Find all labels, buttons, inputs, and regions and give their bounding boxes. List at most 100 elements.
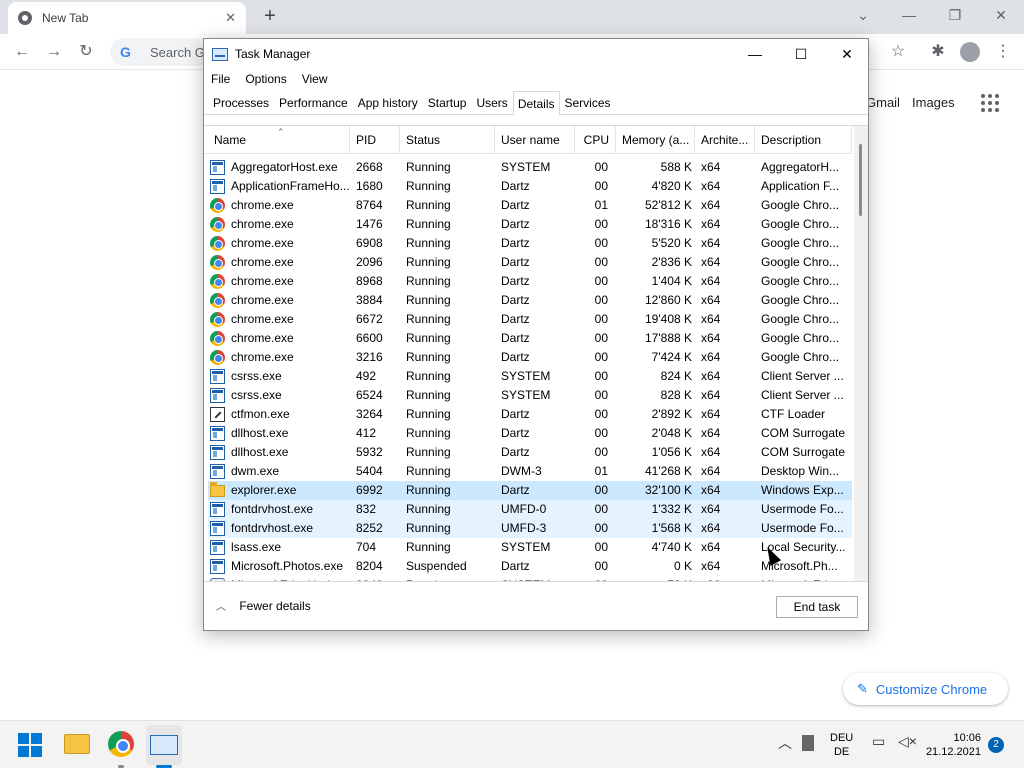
process-row[interactable]: chrome.exe 6600 Running Dartz 00 17'888 K x64 G…	[208, 329, 852, 348]
new-tab-button[interactable]: +	[258, 4, 282, 28]
restore-browser-button[interactable]: ❐	[932, 4, 978, 26]
column-header-status[interactable]: Status	[400, 126, 495, 154]
process-row[interactable]: dwm.exe 5404 Running DWM-3 01 41'268 K x64 Desk…	[208, 462, 852, 481]
process-row[interactable]: explorer.exe 6992 Running Dartz 00 32'100 K x6…	[208, 481, 852, 500]
cell-name: chrome.exe	[231, 331, 294, 345]
cell-pid: 3216	[356, 350, 383, 364]
sort-ascending-icon: ⌃	[277, 127, 285, 137]
process-row[interactable]: chrome.exe 6672 Running Dartz 00 19'408 K x64 G…	[208, 310, 852, 329]
process-row[interactable]: chrome.exe 1476 Running Dartz 00 18'316 K x64 G…	[208, 215, 852, 234]
task-manager-taskbar-icon[interactable]	[150, 735, 178, 755]
column-header-user-name[interactable]: User name	[495, 126, 575, 154]
cell-memory: 4'740 K	[651, 540, 692, 554]
process-row[interactable]: fontdrvhost.exe 8252 Running UMFD-3 00 1'568 …	[208, 519, 852, 538]
cell-status: Running	[406, 331, 451, 345]
back-icon[interactable]: ←	[12, 42, 32, 62]
cell-arch: x64	[701, 198, 721, 212]
process-row[interactable]: AggregatorHost.exe 2668 Running SYSTEM 00 588…	[208, 158, 852, 177]
browser-tab[interactable]: New Tab ✕	[8, 2, 246, 34]
cell-user: SYSTEM	[501, 369, 551, 383]
google-apps-icon[interactable]	[981, 94, 999, 112]
cell-user: Dartz	[501, 236, 530, 250]
close-button[interactable]: ✕	[824, 39, 870, 69]
input-language-indicator[interactable]: DEU DE	[830, 731, 853, 759]
process-row[interactable]: Microsoft.Photos.exe 8204 Suspended Dartz 00…	[208, 557, 852, 576]
close-tab-icon[interactable]: ✕	[225, 10, 236, 26]
tab-startup[interactable]: Startup	[423, 91, 472, 114]
menu-file[interactable]: File	[211, 69, 230, 89]
tab-services[interactable]: Services	[560, 91, 616, 114]
clock-time: 10:06	[953, 732, 981, 744]
process-row[interactable]: lsass.exe 704 Running SYSTEM 00 4'740 Kx64 Loc…	[208, 538, 852, 557]
folder-icon	[210, 482, 225, 497]
bookmark-star-icon[interactable]: ☆	[888, 42, 908, 62]
process-row[interactable]: fontdrvhost.exe 832 Running UMFD-0 00 1'332 K…	[208, 500, 852, 519]
start-button[interactable]	[18, 733, 42, 757]
customize-chrome-button[interactable]: ✎ Customize Chrome	[843, 673, 1008, 705]
process-row[interactable]: dllhost.exe 412 Running Dartz 00 2'048 K x64 CO…	[208, 424, 852, 443]
gmail-link[interactable]: Gmail	[866, 95, 900, 110]
tab-processes[interactable]: Processes	[208, 91, 274, 114]
process-row[interactable]: dllhost.exe 5932 Running Dartz 00 1'056 K x64 C…	[208, 443, 852, 462]
process-row[interactable]: chrome.exe 8764 Running Dartz 01 52'812 K x64 G…	[208, 196, 852, 215]
column-header-description[interactable]: Description	[755, 126, 852, 154]
end-task-button[interactable]: End task	[776, 596, 858, 618]
system-clock[interactable]: 10:06 21.12.2021	[925, 731, 981, 759]
cell-desc: Client Server ...	[761, 369, 844, 383]
chrome-icon	[210, 312, 225, 327]
process-row[interactable]: ApplicationFrameHo... 1680 Running Dartz 00 4…	[208, 177, 852, 196]
cell-desc: Client Server ...	[761, 388, 844, 402]
cell-desc: Google Chro...	[761, 217, 840, 231]
process-row[interactable]: chrome.exe 3216 Running Dartz 00 7'424 K x64 Go…	[208, 348, 852, 367]
close-browser-button[interactable]: ✕	[978, 4, 1024, 26]
column-header-cpu[interactable]: CPU	[575, 126, 616, 154]
chrome-menu-icon[interactable]: ⋮	[993, 42, 1013, 62]
process-row[interactable]: csrss.exe 492 Running SYSTEM 00 824 K x64 Clien…	[208, 367, 852, 386]
show-hidden-icons-chevron-icon[interactable]: ︿	[778, 733, 792, 753]
menu-view[interactable]: View	[302, 69, 328, 89]
vertical-scrollbar[interactable]	[854, 126, 868, 581]
minimize-browser-button[interactable]: —	[886, 4, 932, 26]
process-row[interactable]: chrome.exe 2096 Running Dartz 00 2'836 K x64 Go…	[208, 253, 852, 272]
window-icon	[210, 369, 225, 384]
task-manager-titlebar[interactable]: Task Manager — ☐ ✕	[204, 39, 868, 69]
column-header-name[interactable]: Name ⌃	[208, 126, 350, 154]
reload-icon[interactable]: ↻	[76, 42, 96, 62]
cell-name: fontdrvhost.exe	[231, 502, 314, 516]
file-explorer-taskbar-icon[interactable]	[64, 734, 90, 754]
maximize-button[interactable]: ☐	[778, 39, 824, 69]
network-icon[interactable]: ▭	[872, 733, 885, 750]
process-row[interactable]: chrome.exe 8968 Running Dartz 00 1'404 K x64 Go…	[208, 272, 852, 291]
column-header-memory[interactable]: Memory (a...	[616, 126, 695, 154]
onedrive-sync-icon[interactable]	[802, 735, 814, 751]
menu-options[interactable]: Options	[245, 69, 286, 89]
fewer-details-button[interactable]: ︿ Fewer details	[216, 598, 311, 613]
notification-badge[interactable]: 2	[988, 737, 1004, 753]
process-row[interactable]: ctfmon.exe 3264 Running Dartz 00 2'892 K x64 CT…	[208, 405, 852, 424]
volume-muted-icon[interactable]: ◁×	[898, 733, 917, 750]
process-row[interactable]: chrome.exe 6908 Running Dartz 00 5'520 K x64 Go…	[208, 234, 852, 253]
cell-memory: 18'316 K	[645, 217, 692, 231]
tab-performance[interactable]: Performance	[274, 91, 353, 114]
cell-pid: 8252	[356, 521, 383, 535]
task-manager-footer: ︿ Fewer details End task	[204, 581, 868, 631]
cell-memory: 1'568 K	[651, 521, 692, 535]
tab-details[interactable]: Details	[512, 91, 560, 115]
cell-name: chrome.exe	[231, 198, 294, 212]
column-header-pid[interactable]: PID	[350, 126, 400, 154]
process-row[interactable]: csrss.exe 6524 Running SYSTEM 00 828 K x64 Clie…	[208, 386, 852, 405]
chrome-taskbar-icon[interactable]	[108, 731, 134, 757]
profile-avatar-icon[interactable]	[960, 42, 980, 62]
cell-arch: x64	[701, 559, 721, 573]
tab-search-icon[interactable]: ⌄	[840, 4, 886, 26]
cell-cpu: 00	[594, 217, 608, 231]
images-link[interactable]: Images	[912, 95, 955, 110]
minimize-button[interactable]: —	[732, 39, 778, 69]
forward-icon[interactable]: →	[44, 42, 64, 62]
extensions-puzzle-icon[interactable]: ✱	[928, 42, 948, 62]
tab-users[interactable]: Users	[471, 91, 512, 114]
scrollbar-thumb[interactable]	[859, 144, 862, 216]
tab-app-history[interactable]: App history	[353, 91, 423, 114]
process-row[interactable]: chrome.exe 3884 Running Dartz 00 12'860 K x64 G…	[208, 291, 852, 310]
column-header-architecture[interactable]: Archite...	[695, 126, 755, 154]
